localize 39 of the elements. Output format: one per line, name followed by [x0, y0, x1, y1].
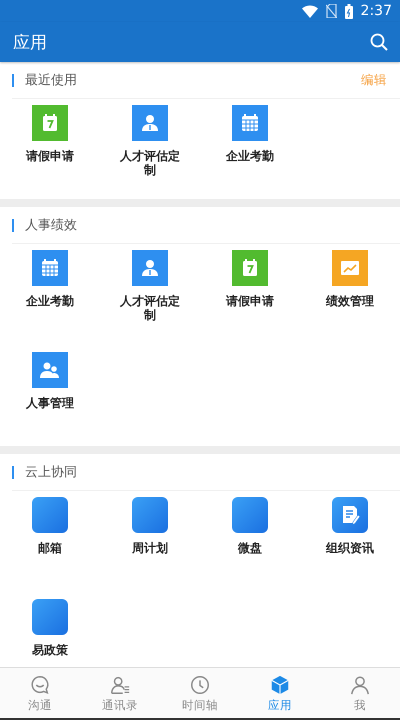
calendar-icon: [32, 105, 68, 141]
app-label[interactable]: 绩效管理: [318, 294, 382, 308]
search-icon[interactable]: [370, 33, 388, 51]
calendar-grid-icon: [232, 105, 268, 141]
person-icon: [132, 250, 168, 286]
people-icon: [32, 352, 68, 388]
calendar-grid-icon: [32, 250, 68, 286]
chat-bubble-icon: [29, 674, 51, 696]
app-label[interactable]: 请假申请: [18, 149, 82, 163]
app-icon: [232, 497, 268, 533]
app-label[interactable]: 微盘: [218, 541, 282, 555]
person-icon: [132, 105, 168, 141]
app-icon: [32, 599, 68, 635]
no-sim-icon: [326, 4, 337, 18]
app-label[interactable]: 周计划: [118, 541, 182, 555]
section-title: 最近使用: [25, 72, 78, 89]
app-label[interactable]: 易政策: [18, 643, 82, 657]
app-label[interactable]: 人才评估定制: [118, 294, 182, 322]
section-title: 云上协同: [25, 464, 78, 481]
app-label[interactable]: 组织资讯: [318, 541, 382, 555]
user-icon: [349, 674, 371, 696]
cube-icon: [269, 674, 291, 696]
wifi-icon: [302, 4, 318, 18]
app-label[interactable]: 人才评估定制: [118, 149, 182, 177]
chart-icon: [332, 250, 368, 286]
app-icon: [132, 497, 168, 533]
app-label[interactable]: 邮箱: [18, 541, 82, 555]
app-icon: [32, 497, 68, 533]
clock-icon: [189, 674, 211, 696]
page-title: 应用: [13, 32, 47, 54]
document-icon: [332, 497, 368, 533]
calendar-icon: [232, 250, 268, 286]
app-label[interactable]: 请假申请: [218, 294, 282, 308]
section-title: 人事绩效: [25, 217, 78, 234]
battery-icon: [344, 4, 353, 18]
app-label[interactable]: 企业考勤: [218, 149, 282, 163]
app-label[interactable]: 人事管理: [18, 396, 82, 410]
status-time: 2:37: [360, 3, 392, 19]
app-label[interactable]: 企业考勤: [18, 294, 82, 308]
